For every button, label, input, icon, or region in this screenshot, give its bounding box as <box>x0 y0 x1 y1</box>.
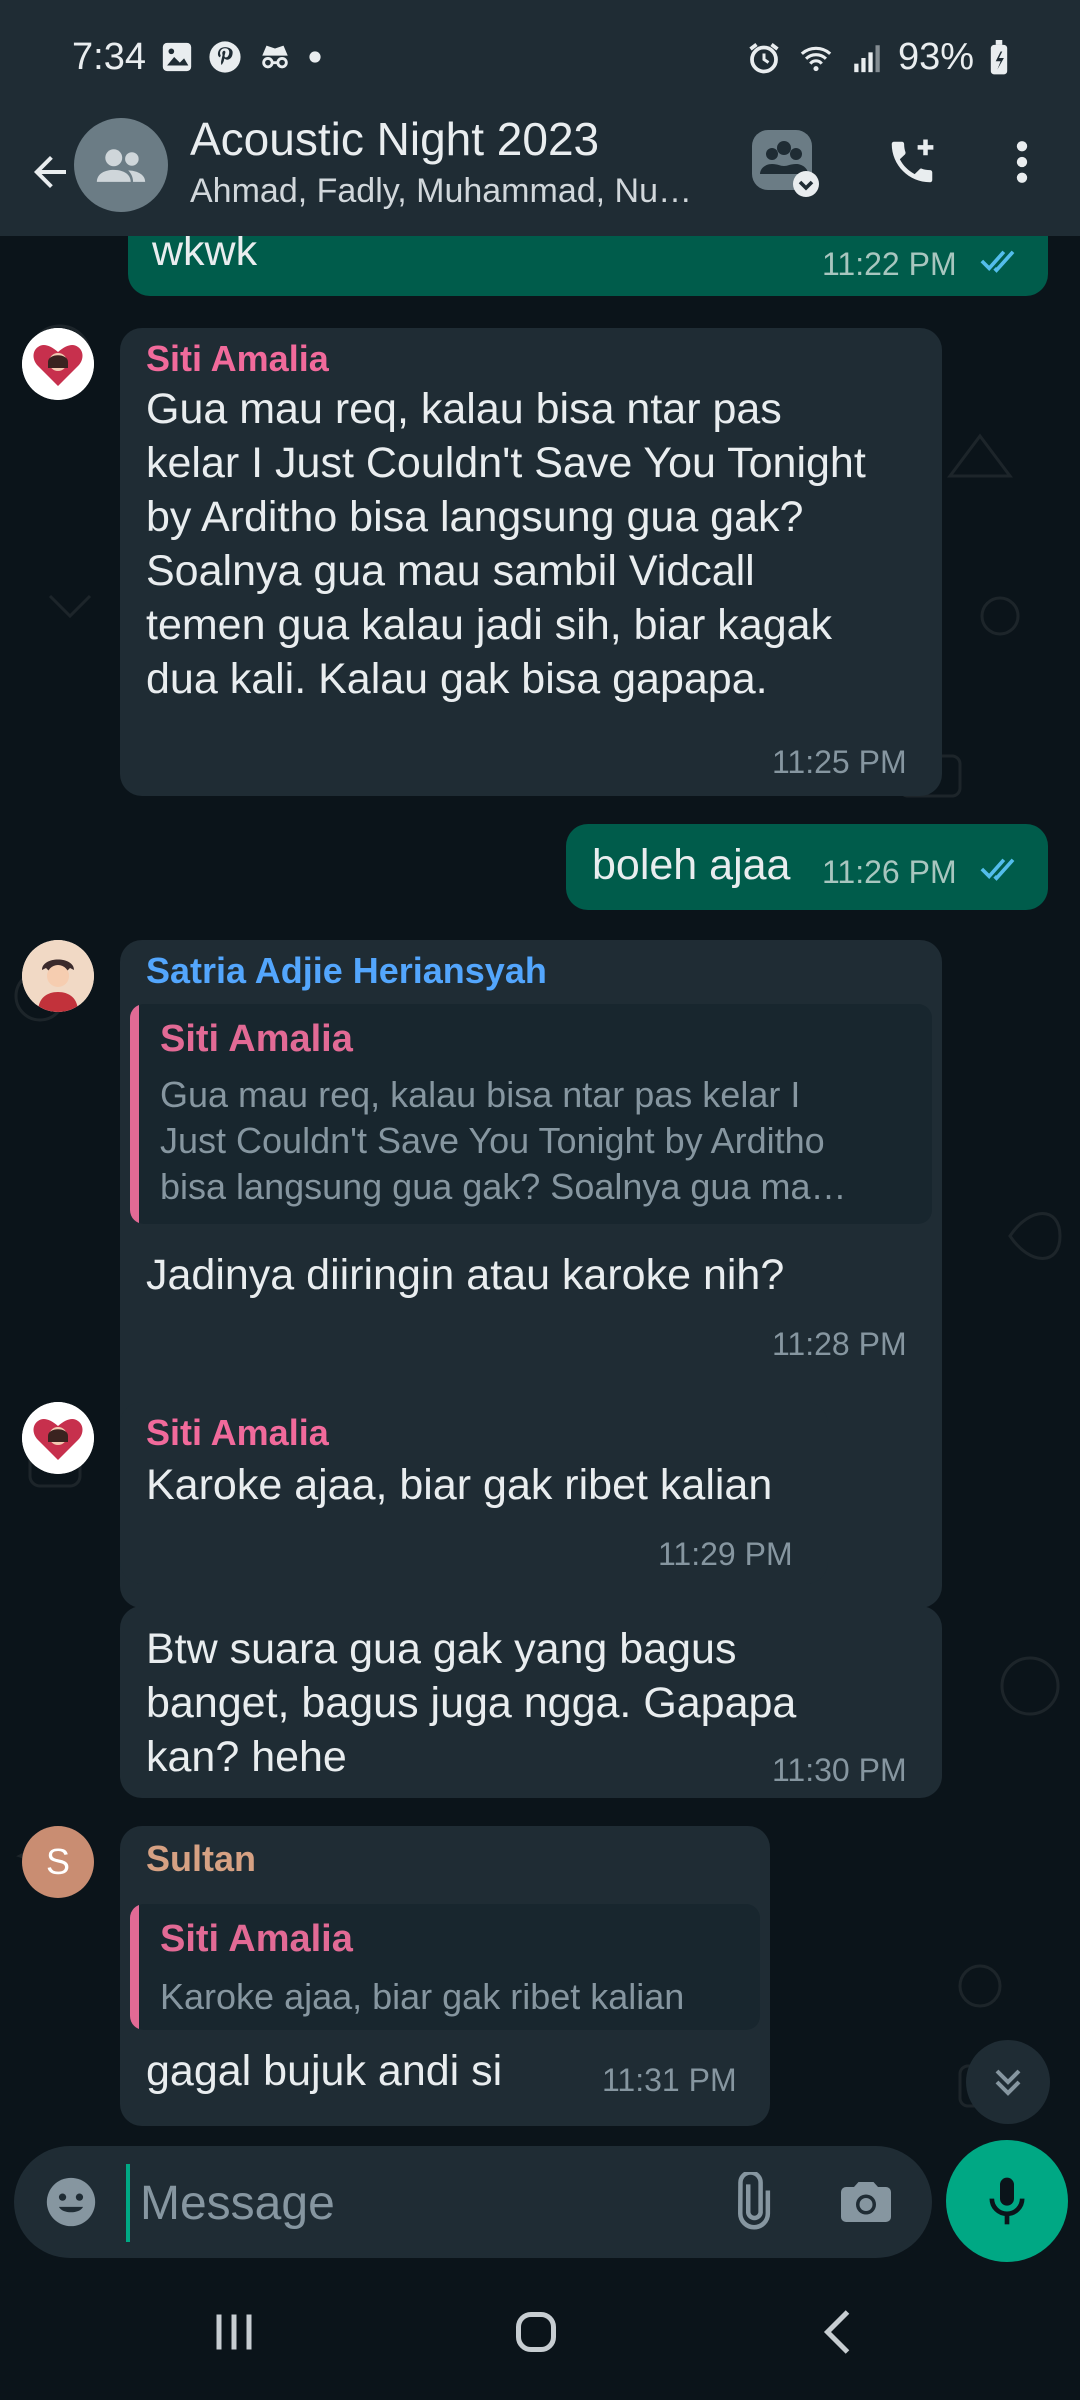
message-text: Gua mau req, kalau bisa ntar pas kelar I… <box>146 382 866 706</box>
message-time: 11:30 PM <box>772 1752 907 1788</box>
quoted-sender: Siti Amalia <box>160 1018 353 1060</box>
text-line: kelar I Just Couldn't Save You Tonight <box>146 439 866 487</box>
sender-name: Sultan <box>146 1838 257 1879</box>
quote-line: Karoke ajaa, biar gak ribet kalian <box>160 1976 685 2017</box>
message-text: gagal bujuk andi si <box>146 2047 503 2095</box>
avatar[interactable]: S <box>22 1826 94 1898</box>
sender-name: Siti Amalia <box>146 338 329 379</box>
message-composer <box>14 2146 932 2258</box>
add-call-icon <box>891 139 934 183</box>
incognito-icon <box>262 45 288 69</box>
text-line: Soalnya gua mau sambil Vidcall <box>146 547 755 595</box>
message-time: 11:28 PM <box>772 1326 907 1362</box>
voice-record-button[interactable] <box>946 2140 1068 2262</box>
read-ticks-icon <box>980 858 1015 881</box>
text-line: banget, bagus juga ngga. Gapapa <box>146 1679 797 1727</box>
siti-avatar-image <box>22 328 94 400</box>
battery-percent: 93% <box>897 36 974 78</box>
text-line: Btw suara gua gak yang bagus <box>146 1625 737 1673</box>
message-text: Btw suara gua gak yang bagus banget, bag… <box>146 1622 796 1784</box>
chat-area[interactable]: wkwk 11:22 PM Siti Amalia Gua mau req, k… <box>0 236 1080 2150</box>
double-chevron-down-icon <box>995 2069 1021 2096</box>
quote-line: bisa langsung gua gak? Soalnya gua ma… <box>160 1166 847 1207</box>
text-line: kan? hehe <box>146 1733 347 1781</box>
incoming-message[interactable]: Sultan Siti Amalia Karoke ajaa, biar gak… <box>120 1826 770 2126</box>
quote-line: Just Couldn't Save You Tonight by Ardith… <box>160 1120 825 1161</box>
system-nav-bar <box>0 2268 1080 2400</box>
gallery-icon <box>162 42 192 72</box>
group-avatar-icon <box>96 149 146 182</box>
wifi-icon <box>800 46 832 71</box>
message-input[interactable] <box>126 2164 702 2242</box>
group-avatar[interactable] <box>74 118 168 212</box>
quoted-message[interactable]: Siti Amalia Gua mau req, kalau bisa ntar… <box>130 1004 932 1224</box>
community-button[interactable] <box>750 126 822 198</box>
incoming-message[interactable]: Siti Amalia Gua mau req, kalau bisa ntar… <box>120 328 942 796</box>
quoted-text: Gua mau req, kalau bisa ntar pas kelar I… <box>160 1072 846 1210</box>
add-call-button[interactable] <box>876 126 948 198</box>
satria-avatar-image <box>22 940 94 1012</box>
read-ticks-icon <box>980 250 1015 273</box>
outgoing-message[interactable]: wkwk 11:22 PM <box>128 236 1048 296</box>
pinterest-icon <box>209 41 241 73</box>
back-button[interactable] <box>20 142 80 202</box>
community-icon <box>752 130 819 197</box>
quote-bar <box>130 1904 139 2030</box>
chat-title[interactable]: Acoustic Night 2023 <box>190 112 599 166</box>
chat-header: Acoustic Night 2023 Ahmad, Fadly, Muhamm… <box>0 110 1080 236</box>
nav-back-icon[interactable] <box>810 2302 870 2362</box>
more-vert-icon <box>1016 141 1028 183</box>
outgoing-message[interactable]: boleh ajaa 11:26 PM <box>566 824 1048 910</box>
message-text: wkwk <box>152 236 258 275</box>
incoming-message[interactable]: Btw suara gua gak yang bagus banget, bag… <box>120 1606 942 1798</box>
notification-icons <box>160 40 322 74</box>
avatar-letter: S <box>45 1841 70 1882</box>
text-line: by Arditho bisa langsung gua gak? <box>146 493 804 541</box>
siti-avatar-image <box>22 1402 94 1474</box>
mic-icon <box>989 2177 1025 2225</box>
text-line: Gua mau req, kalau bisa ntar pas <box>146 385 782 433</box>
back-arrow-icon <box>34 156 66 188</box>
text-line: temen gua kalau jadi sih, biar kagak <box>146 601 833 649</box>
chat-participants[interactable]: Ahmad, Fadly, Muhammad, Nu… <box>190 172 730 211</box>
quote-line: Gua mau req, kalau bisa ntar pas kelar I <box>160 1074 801 1115</box>
message-time: 11:29 PM <box>658 1536 793 1572</box>
attach-icon[interactable] <box>720 2172 780 2232</box>
quote-bar <box>130 1004 139 1224</box>
message-text: boleh ajaa <box>592 841 791 889</box>
message-time: 11:26 PM <box>822 854 957 890</box>
message-time: 11:22 PM <box>822 246 957 282</box>
sender-name: Satria Adjie Heriansyah <box>146 950 547 991</box>
message-time: 11:25 PM <box>772 744 907 780</box>
camera-icon[interactable] <box>836 2172 896 2232</box>
recent-apps-icon[interactable] <box>204 2302 264 2362</box>
avatar[interactable] <box>22 328 94 400</box>
status-bar: 7:34 93% <box>0 0 1080 120</box>
signal-icon <box>854 44 880 72</box>
dot-icon <box>309 51 321 63</box>
quoted-message[interactable]: Siti Amalia Karoke ajaa, biar gak ribet … <box>130 1904 760 2030</box>
home-icon[interactable] <box>506 2302 566 2362</box>
message-text: Karoke ajaa, biar gak ribet kalian <box>146 1461 773 1509</box>
incoming-message[interactable]: Siti Amalia Karoke ajaa, biar gak ribet … <box>120 1402 828 1584</box>
battery-icon <box>990 39 1008 74</box>
message-text: Jadinya diiringin atau karoke nih? <box>146 1251 785 1299</box>
more-options-button[interactable] <box>986 126 1058 198</box>
avatar[interactable] <box>22 940 94 1012</box>
scroll-to-bottom-button[interactable] <box>966 2040 1050 2124</box>
status-time: 7:34 <box>72 36 146 78</box>
quoted-sender: Siti Amalia <box>160 1918 353 1960</box>
emoji-icon[interactable] <box>42 2173 100 2231</box>
alarm-icon <box>749 42 779 73</box>
sender-name: Siti Amalia <box>146 1412 329 1453</box>
system-status: 93% <box>746 36 1010 79</box>
text-line: dua kali. Kalau gak bisa gapapa. <box>146 655 768 703</box>
quoted-text: Karoke ajaa, biar gak ribet kalian <box>160 1974 684 2020</box>
message-time: 11:31 PM <box>602 2062 737 2098</box>
avatar[interactable] <box>22 1402 94 1474</box>
